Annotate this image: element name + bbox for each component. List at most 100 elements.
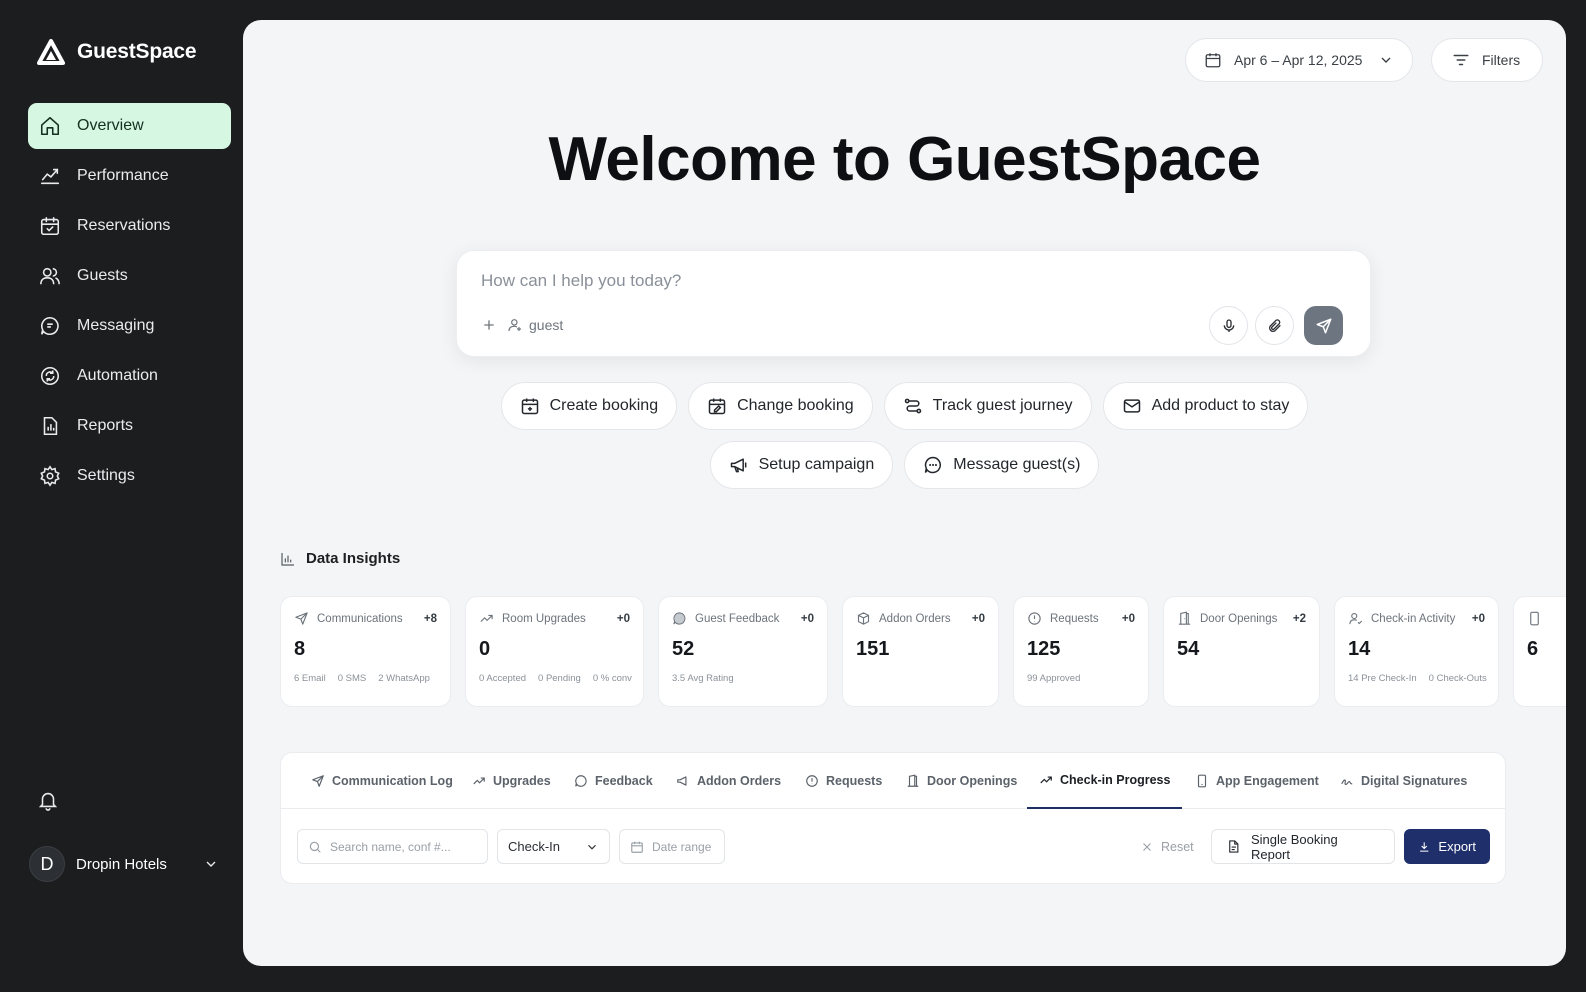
single-booking-report-button[interactable]: Single Booking Report [1211, 829, 1395, 864]
data-insights-title: Data Insights [306, 550, 401, 567]
card-delta: +0 [616, 612, 630, 625]
sidebar-item-automation[interactable]: Automation [28, 353, 231, 399]
filters-button[interactable]: Filters [1431, 38, 1543, 82]
tab-label: Check-in Progress [1060, 773, 1171, 787]
card-value: 125 [1027, 638, 1061, 660]
card-delta: +0 [800, 612, 814, 625]
card-label: Requests [1050, 612, 1099, 625]
create-booking-button[interactable]: Create booking [500, 382, 678, 430]
chat-bubble-icon [575, 775, 587, 787]
addon-orders-card[interactable]: Addon Orders +0 151 [842, 596, 999, 707]
card-label: Door Openings [1200, 612, 1278, 625]
chevron-down-icon [588, 844, 596, 850]
bell-icon [38, 792, 58, 811]
tab-label: Feedback [595, 774, 653, 788]
sidebar-item-messaging[interactable]: Messaging [28, 303, 231, 349]
chip-label: Message guest(s) [953, 456, 1081, 473]
message-guests-button[interactable]: Message guest(s) [904, 441, 1100, 489]
partial-card[interactable]: 6 [1513, 596, 1566, 707]
door-openings-card[interactable]: Door Openings +2 54 [1163, 596, 1320, 707]
users-icon [40, 267, 60, 285]
home-icon [40, 116, 60, 136]
prompt-input[interactable] [481, 271, 1181, 291]
attach-button[interactable] [1255, 306, 1294, 345]
sidebar-item-performance[interactable]: Performance [28, 153, 231, 199]
notifications-button[interactable] [37, 788, 59, 812]
trend-up-icon [480, 614, 493, 623]
sidebar-item-reports[interactable]: Reports [28, 403, 231, 449]
communications-card[interactable]: Communications +8 8 6 Email 0 SMS 2 What… [280, 596, 451, 707]
tab-communication-log[interactable]: Communication Log [299, 753, 465, 809]
setup-campaign-button[interactable]: Setup campaign [709, 441, 894, 489]
plus-icon[interactable] [481, 317, 497, 333]
reset-button[interactable]: Reset [1141, 829, 1194, 864]
chip-label: Create booking [549, 397, 659, 414]
send-button[interactable] [1304, 306, 1343, 345]
card-sub-item: 0 % conv [592, 673, 632, 684]
main-panel: Apr 6 – Apr 12, 2025 Filters Welcome to … [243, 20, 1566, 966]
guest-feedback-card[interactable]: Guest Feedback +0 52 3.5 Avg Rating [658, 596, 828, 707]
sidebar-item-reservations[interactable]: Reservations [28, 203, 231, 249]
tab-app-engagement[interactable]: App Engagement [1183, 753, 1331, 809]
requests-card[interactable]: Requests +0 125 99 Approved [1013, 596, 1149, 707]
tab-label: Requests [826, 774, 883, 788]
sidebar-item-guests[interactable]: Guests [28, 253, 231, 299]
tab-digital-signatures[interactable]: Digital Signatures [1328, 753, 1479, 809]
gear-icon [40, 465, 60, 487]
user-check-icon [1349, 612, 1363, 625]
info-icon [806, 775, 818, 787]
phone-icon [1197, 774, 1207, 788]
track-guest-journey-button[interactable]: Track guest journey [883, 382, 1092, 430]
prompt-tag[interactable]: guest [507, 317, 563, 333]
sidebar-nav: Overview Performance Reservations Guests… [28, 103, 231, 503]
automation-icon [40, 366, 60, 386]
tab-door-openings[interactable]: Door Openings [894, 753, 1029, 809]
sidebar-item-label: Reservations [77, 217, 171, 234]
sidebar-item-settings[interactable]: Settings [28, 453, 231, 499]
envelope-icon [1123, 399, 1140, 413]
tab-check-in-progress[interactable]: Check-in Progress [1027, 753, 1183, 809]
brand[interactable]: GuestSpace [37, 39, 197, 65]
avatar: D [29, 846, 65, 882]
calendar-edit-icon [708, 398, 726, 415]
add-product-to-stay-button[interactable]: Add product to stay [1102, 382, 1309, 430]
card-label: Room Upgrades [502, 612, 586, 625]
room-upgrades-card[interactable]: Room Upgrades +0 0 0 Accepted 0 Pending … [465, 596, 644, 707]
change-booking-button[interactable]: Change booking [688, 382, 873, 430]
search-input[interactable] [330, 839, 470, 854]
chip-label: Setup campaign [758, 456, 875, 473]
card-value: 14 [1348, 638, 1371, 660]
sidebar-item-overview[interactable]: Overview [28, 103, 231, 149]
chart-line-icon [40, 168, 60, 185]
paperclip-icon [1268, 318, 1281, 332]
sidebar-item-label: Automation [77, 367, 158, 384]
tab-addon-orders[interactable]: Addon Orders [664, 753, 793, 809]
brand-name: GuestSpace [77, 40, 197, 63]
send-icon [1316, 318, 1331, 333]
sidebar-item-label: Overview [77, 117, 144, 134]
tab-upgrades[interactable]: Upgrades [460, 753, 563, 809]
event-type-select[interactable]: Check-In [497, 829, 610, 864]
report-icon [43, 416, 58, 436]
chat-bubble-icon [40, 316, 59, 336]
export-button[interactable]: Export [1404, 829, 1490, 864]
chevron-down-icon [206, 861, 216, 867]
voice-button[interactable] [1209, 306, 1248, 345]
card-value: 151 [856, 638, 890, 660]
tab-requests[interactable]: Requests [793, 753, 894, 809]
account-switcher[interactable]: D Dropin Hotels [29, 846, 219, 882]
tab-feedback[interactable]: Feedback [562, 753, 665, 809]
trend-up-icon [1040, 776, 1052, 784]
card-value: 52 [672, 638, 695, 660]
prompt-tag-label: guest [529, 317, 564, 333]
date-range-filter[interactable]: Date range [619, 829, 725, 864]
sidebar-item-label: Settings [77, 467, 135, 484]
sidebar-item-label: Messaging [77, 317, 155, 334]
date-range-picker[interactable]: Apr 6 – Apr 12, 2025 [1185, 38, 1413, 82]
tab-label: Digital Signatures [1361, 774, 1468, 788]
microphone-icon [1223, 318, 1234, 332]
close-icon [1143, 842, 1151, 851]
assistant-prompt: guest [456, 250, 1371, 357]
check-in-activity-card[interactable]: Check-in Activity +0 14 14 Pre Check-In … [1334, 596, 1499, 707]
prompt-tools: guest [481, 317, 563, 333]
